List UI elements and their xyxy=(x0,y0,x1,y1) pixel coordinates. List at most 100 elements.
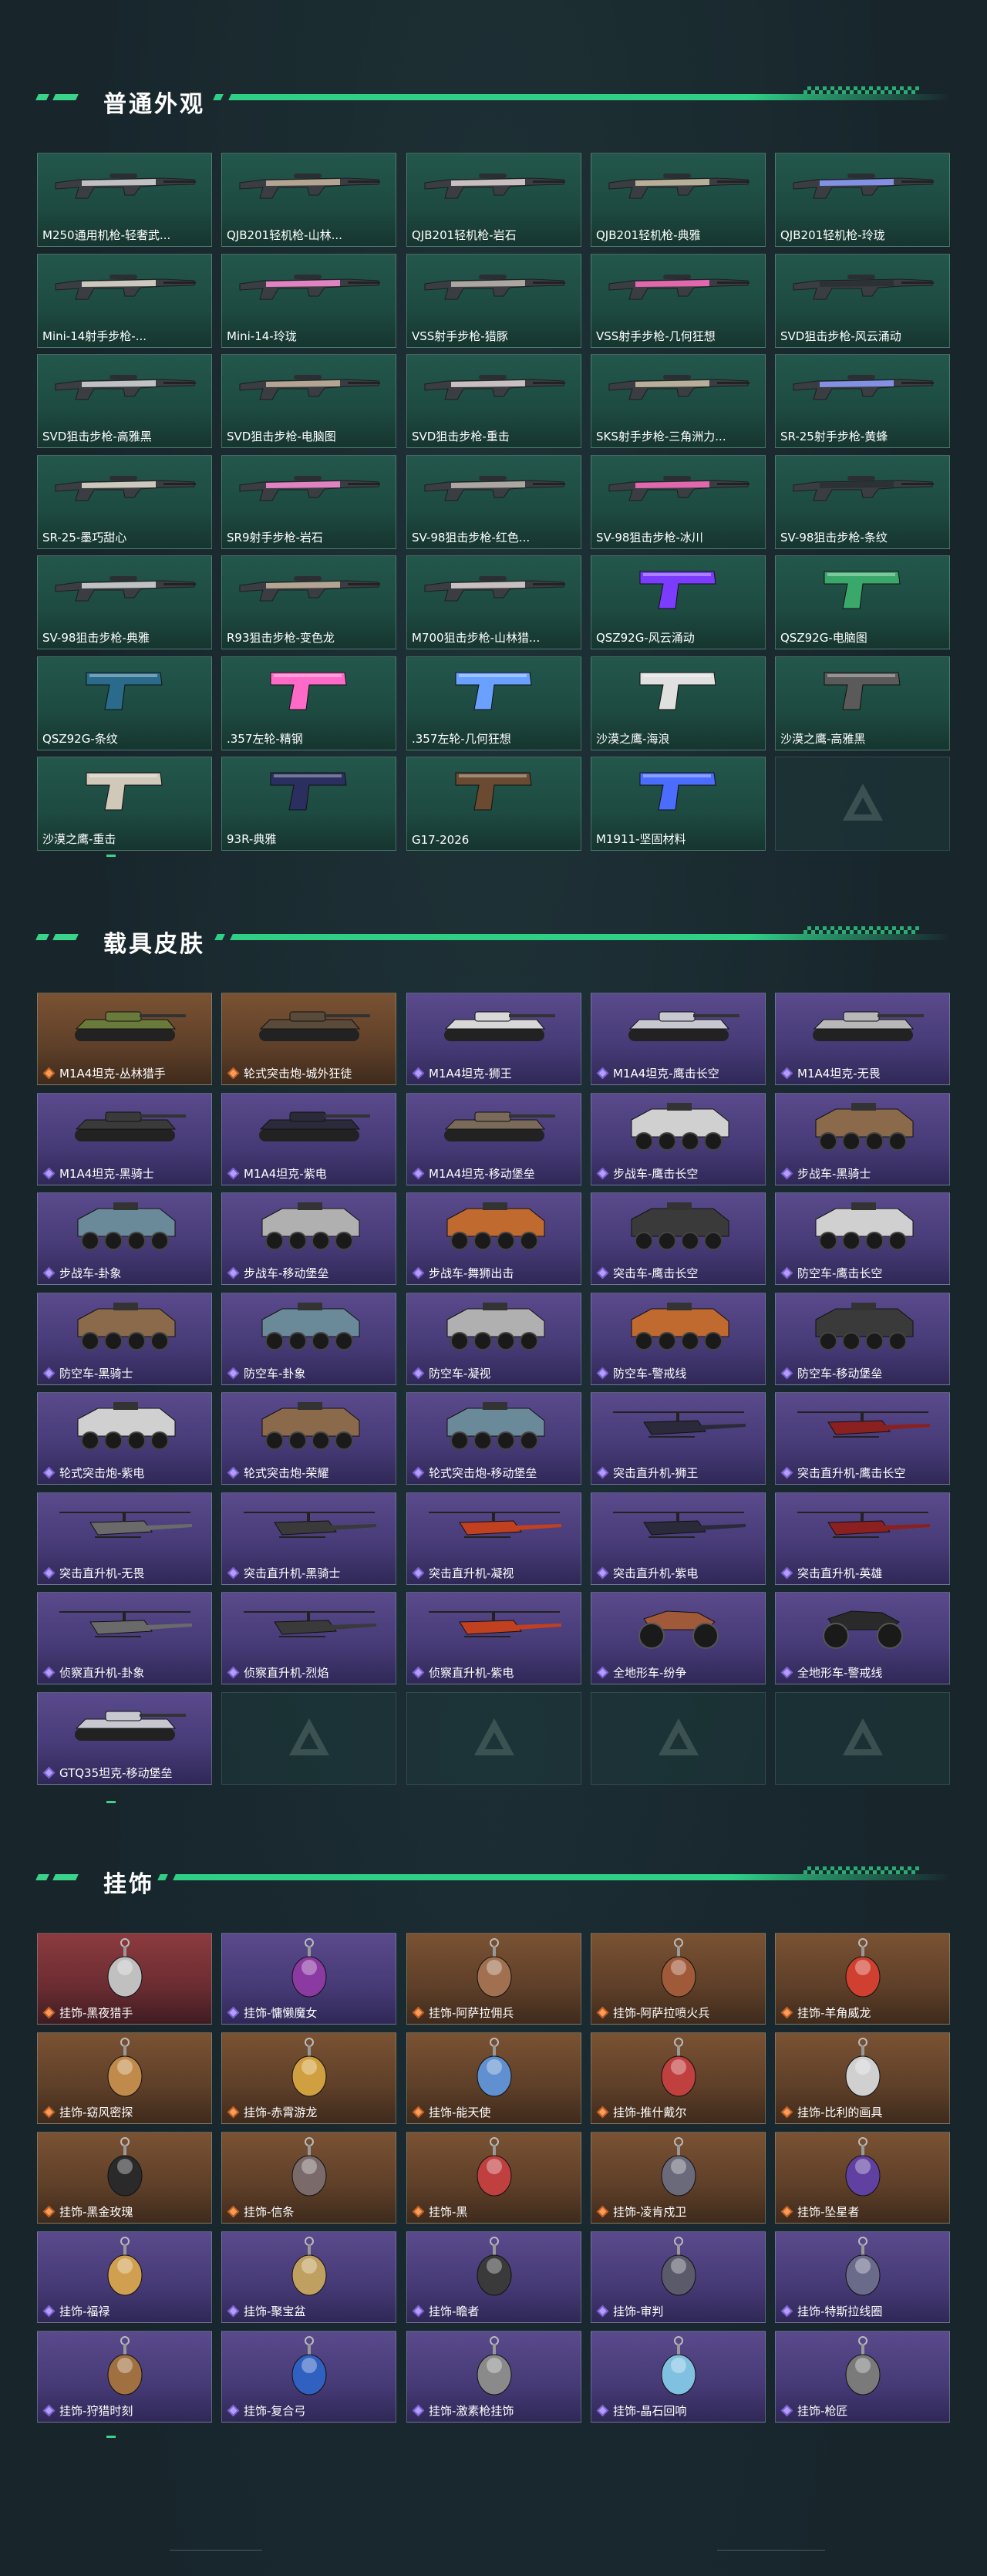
charm-card[interactable]: 挂饰-坠星者 xyxy=(775,2132,950,2224)
vehicle-card[interactable]: 全地形车-警戒线 xyxy=(775,1592,950,1684)
weapon-card[interactable]: QJB201轻机枪-典雅 xyxy=(591,153,766,247)
charm-card[interactable]: 挂饰-福禄 xyxy=(37,2231,212,2323)
vehicle-card[interactable]: M1A4坦克-无畏 xyxy=(775,993,950,1085)
weapon-card[interactable]: VSS射手步枪-猎豚 xyxy=(406,253,581,348)
weapon-card[interactable]: QJB201轻机枪-山林... xyxy=(221,153,396,247)
weapon-card[interactable]: SR-25射手步枪-黄蜂 xyxy=(775,354,950,448)
charm-card[interactable]: 挂饰-阿萨拉喷火兵 xyxy=(591,1933,766,2025)
charm-card[interactable]: 挂饰-聚宝盆 xyxy=(221,2231,396,2323)
vehicle-card[interactable]: 突击直升机-鹰击长空 xyxy=(775,1392,950,1485)
vehicle-card[interactable]: 突击直升机-紫电 xyxy=(591,1492,766,1585)
weapon-card[interactable]: SV-98狙击步枪-红色... xyxy=(406,454,581,549)
vehicle-card[interactable]: M1A4坦克-鹰击长空 xyxy=(591,993,766,1085)
vehicle-card[interactable]: 步战车-舞狮出击 xyxy=(406,1192,581,1285)
weapon-card[interactable]: M700狙击步枪-山林猎... xyxy=(406,555,581,649)
charm-card[interactable]: 挂饰-推什戴尔 xyxy=(591,2032,766,2124)
weapon-card[interactable]: G17-2026 xyxy=(406,757,581,851)
weapon-card[interactable]: R93狙击步枪-变色龙 xyxy=(221,555,396,649)
vehicle-card[interactable]: GTQ35坦克-移动堡垒 xyxy=(37,1691,212,1785)
charm-card[interactable]: 挂饰-枪匠 xyxy=(775,2331,950,2423)
weapon-card[interactable]: SVD狙击步枪-重击 xyxy=(406,354,581,448)
vehicle-card[interactable]: 突击直升机-凝视 xyxy=(406,1492,581,1585)
charm-card[interactable]: 挂饰-特斯拉线圈 xyxy=(775,2231,950,2323)
charm-card[interactable]: 挂饰-晶石回响 xyxy=(591,2331,766,2423)
vehicle-card[interactable]: 全地形车-纷争 xyxy=(591,1592,766,1684)
weapon-card[interactable]: Mini-14-玲珑 xyxy=(221,253,396,348)
item-label: 挂饰-特斯拉线圈 xyxy=(780,2303,946,2319)
vehicle-card[interactable]: 防空车-凝视 xyxy=(406,1292,581,1385)
charm-card[interactable]: 挂饰-瞻者 xyxy=(406,2231,581,2323)
charm-card[interactable]: 挂饰-狩猎时刻 xyxy=(37,2331,212,2423)
vehicle-card[interactable]: 轮式突击炮-紫电 xyxy=(37,1392,212,1485)
charm-card[interactable]: 挂饰-黑金玫瑰 xyxy=(37,2132,212,2224)
helicopter-icon xyxy=(236,1501,382,1559)
weapon-card[interactable]: SV-98狙击步枪-典雅 xyxy=(37,555,212,649)
weapon-card[interactable]: 沙漠之鹰-重击 xyxy=(37,757,212,851)
vehicle-card[interactable]: 侦察直升机-烈焰 xyxy=(221,1592,396,1684)
weapon-card[interactable]: 93R-典雅 xyxy=(221,757,396,851)
header-line-lead xyxy=(213,94,224,100)
weapon-card[interactable]: .357左轮-精钢 xyxy=(221,656,396,750)
charm-card[interactable]: 挂饰-赤霄游龙 xyxy=(221,2032,396,2124)
weapon-card[interactable]: SKS射手步枪-三角洲力... xyxy=(591,354,766,448)
vehicle-card[interactable]: 步战车-鹰击长空 xyxy=(591,1092,766,1185)
vehicle-card[interactable]: 防空车-黑骑士 xyxy=(37,1292,212,1385)
weapon-card[interactable]: 沙漠之鹰-海浪 xyxy=(591,656,766,750)
charm-card[interactable]: 挂饰-黑 xyxy=(406,2132,581,2224)
vehicle-card[interactable]: 突击车-鹰击长空 xyxy=(591,1192,766,1285)
charm-card[interactable]: 挂饰-比利的画具 xyxy=(775,2032,950,2124)
weapon-card[interactable]: 沙漠之鹰-高雅黑 xyxy=(775,656,950,750)
charm-card[interactable]: 挂饰-信条 xyxy=(221,2132,396,2224)
vehicle-card[interactable]: 步战车-卦象 xyxy=(37,1192,212,1285)
charm-card[interactable]: 挂饰-黑夜猎手 xyxy=(37,1933,212,2025)
vehicle-card[interactable]: M1A4坦克-狮王 xyxy=(406,993,581,1085)
item-label: 挂饰-黑 xyxy=(412,2203,578,2220)
weapon-card[interactable]: VSS射手步枪-几何狂想 xyxy=(591,253,766,348)
charm-icon xyxy=(275,1937,344,2010)
weapon-card[interactable]: SVD狙击步枪-电脑图 xyxy=(221,354,396,448)
weapon-card[interactable]: Mini-14射手步枪-... xyxy=(37,253,212,348)
vehicle-card[interactable]: 侦察直升机-紫电 xyxy=(406,1592,581,1684)
vehicle-card[interactable]: 防空车-鹰击长空 xyxy=(775,1192,950,1285)
vehicle-card[interactable]: 突击直升机-狮王 xyxy=(591,1392,766,1485)
charm-card[interactable]: 挂饰-激素枪挂饰 xyxy=(406,2331,581,2423)
charm-card[interactable]: 挂饰-复合弓 xyxy=(221,2331,396,2423)
charm-card[interactable]: 挂饰-审判 xyxy=(591,2231,766,2323)
vehicle-card[interactable]: 防空车-警戒线 xyxy=(591,1292,766,1385)
charm-card[interactable]: 挂饰-阿萨拉佣兵 xyxy=(406,1933,581,2025)
vehicle-card[interactable]: M1A4坦克-黑骑士 xyxy=(37,1092,212,1185)
weapon-card[interactable]: QSZ92G-电脑图 xyxy=(775,555,950,649)
vehicle-card[interactable]: 侦察直升机-卦象 xyxy=(37,1592,212,1684)
vehicle-card[interactable]: 步战车-移动堡垒 xyxy=(221,1192,396,1285)
weapon-card[interactable]: SVD狙击步枪-高雅黑 xyxy=(37,354,212,448)
weapon-card[interactable]: .357左轮-几何狂想 xyxy=(406,656,581,750)
vehicle-card[interactable]: 突击直升机-黑骑士 xyxy=(221,1492,396,1585)
vehicle-card[interactable]: 突击直升机-无畏 xyxy=(37,1492,212,1585)
charm-card[interactable]: 挂饰-羊角威龙 xyxy=(775,1933,950,2025)
weapon-card[interactable]: QSZ92G-条纹 xyxy=(37,656,212,750)
weapon-card[interactable]: SR-25-墨巧甜心 xyxy=(37,454,212,549)
weapon-card[interactable]: QJB201轻机枪-岩石 xyxy=(406,153,581,247)
vehicle-card[interactable]: 突击直升机-英雄 xyxy=(775,1492,950,1585)
weapon-card[interactable]: QSZ92G-风云涌动 xyxy=(591,555,766,649)
weapon-card[interactable]: SV-98狙击步枪-条纹 xyxy=(775,454,950,549)
weapon-card[interactable]: M1911-坚固材料 xyxy=(591,757,766,851)
vehicle-card[interactable]: 防空车-移动堡垒 xyxy=(775,1292,950,1385)
weapon-card[interactable]: SV-98狙击步枪-冰川 xyxy=(591,454,766,549)
vehicle-card[interactable]: M1A4坦克-移动堡垒 xyxy=(406,1092,581,1185)
charm-card[interactable]: 挂饰-窈风密探 xyxy=(37,2032,212,2124)
vehicle-card[interactable]: M1A4坦克-紫电 xyxy=(221,1092,396,1185)
vehicle-card[interactable]: 轮式突击炮-移动堡垒 xyxy=(406,1392,581,1485)
charm-card[interactable]: 挂饰-慵懒魔女 xyxy=(221,1933,396,2025)
weapon-card[interactable]: SR9射手步枪-岩石 xyxy=(221,454,396,549)
weapon-card[interactable]: SVD狙击步枪-风云涌动 xyxy=(775,253,950,348)
weapon-card[interactable]: QJB201轻机枪-玲珑 xyxy=(775,153,950,247)
charm-card[interactable]: 挂饰-能天使 xyxy=(406,2032,581,2124)
vehicle-card[interactable]: M1A4坦克-丛林猎手 xyxy=(37,993,212,1085)
vehicle-card[interactable]: 轮式突击炮-城外狂徒 xyxy=(221,993,396,1085)
weapon-card[interactable]: M250通用机枪-轻奢武... xyxy=(37,153,212,247)
vehicle-card[interactable]: 步战车-黑骑士 xyxy=(775,1092,950,1185)
vehicle-card[interactable]: 轮式突击炮-荣耀 xyxy=(221,1392,396,1485)
vehicle-card[interactable]: 防空车-卦象 xyxy=(221,1292,396,1385)
charm-card[interactable]: 挂饰-凌肯戍卫 xyxy=(591,2132,766,2224)
